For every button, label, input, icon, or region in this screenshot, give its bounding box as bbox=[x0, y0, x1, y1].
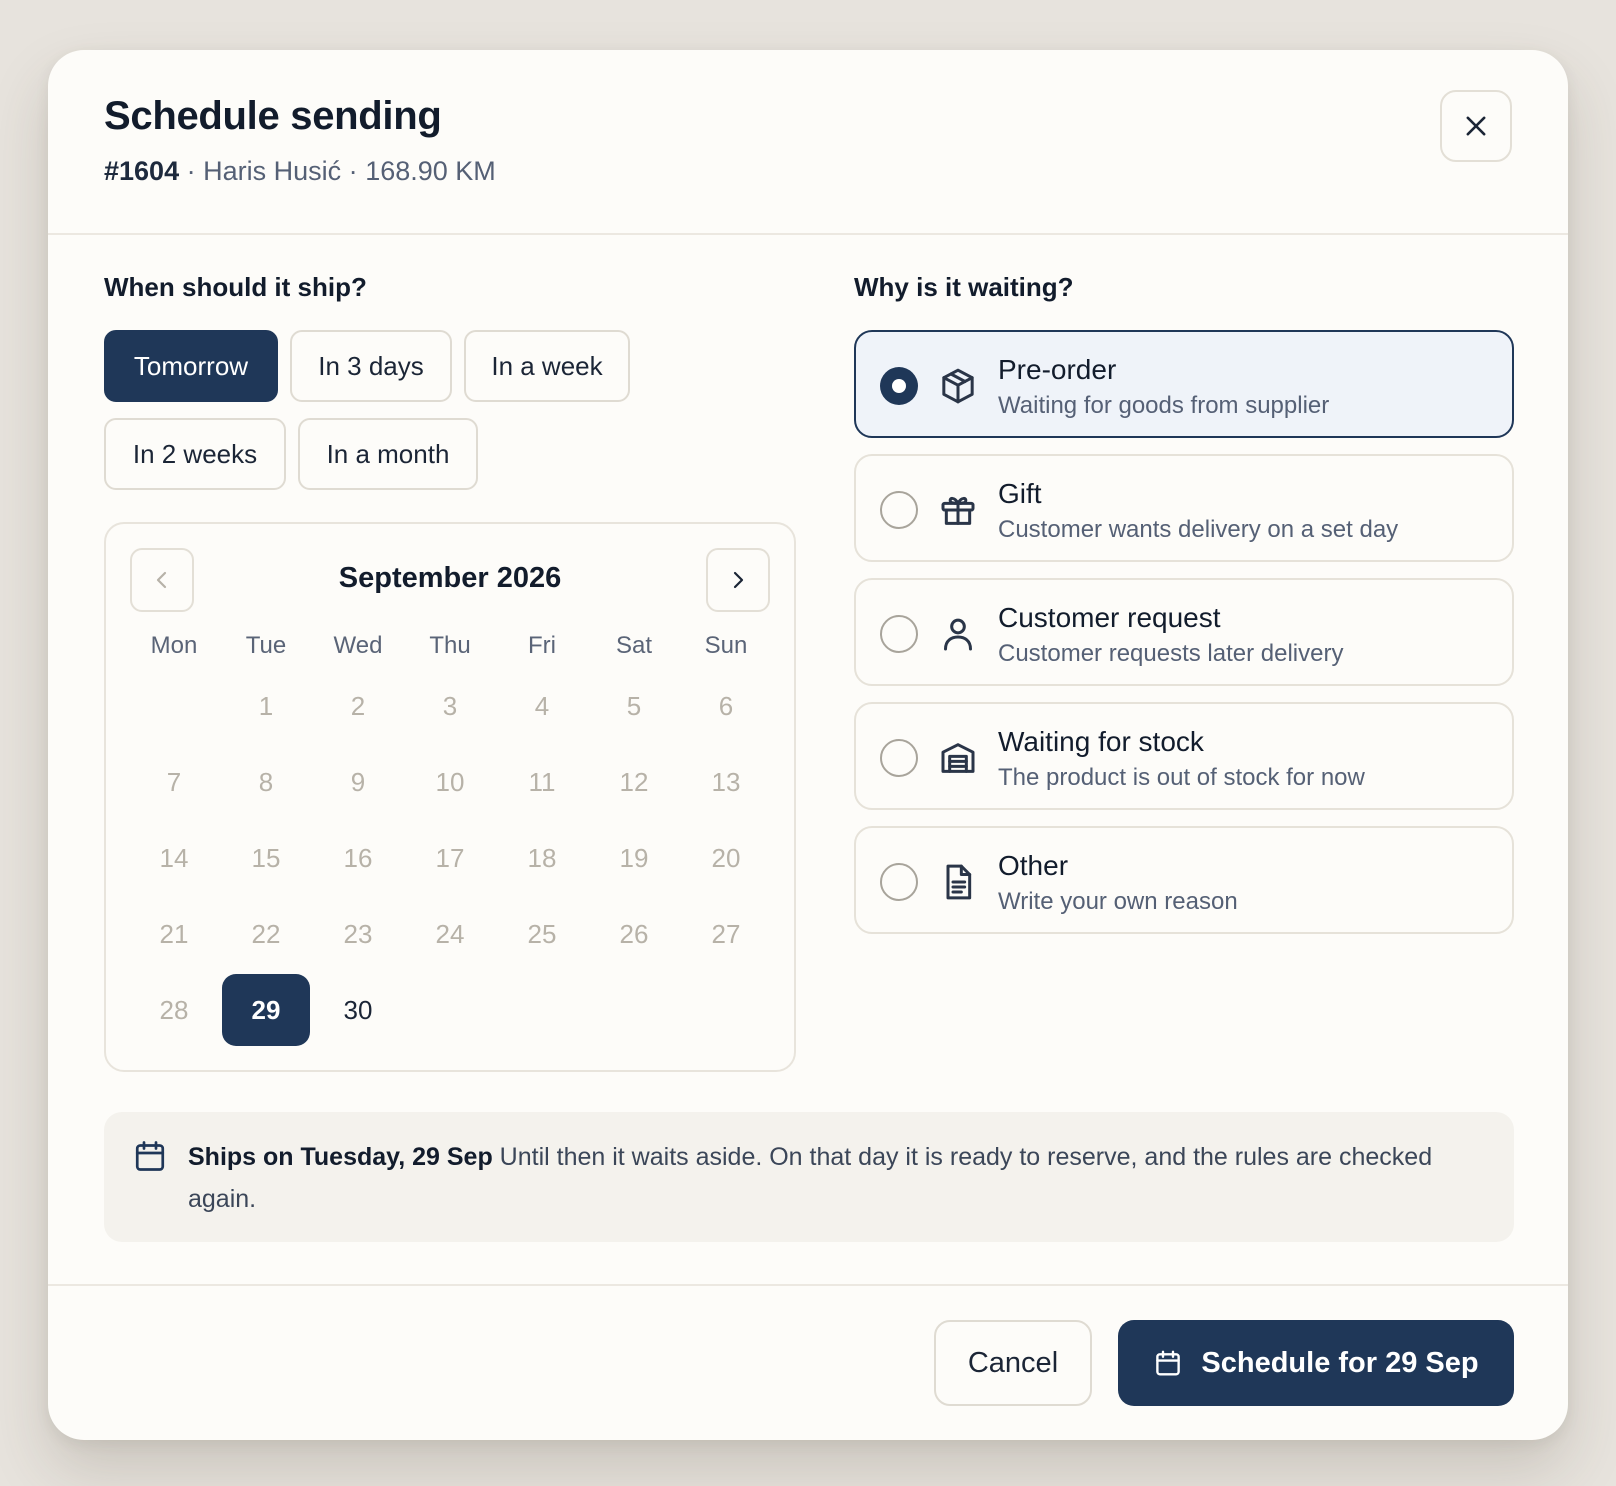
weekday-label: Sun bbox=[704, 632, 748, 659]
calendar-day[interactable]: 30 bbox=[314, 974, 402, 1046]
calendar-day: 9 bbox=[350, 766, 366, 797]
weekday-label: Fri bbox=[528, 632, 556, 659]
why-section-label: Why is it waiting? bbox=[854, 272, 1074, 302]
order-amount: 168.90 KM bbox=[365, 156, 496, 186]
weekday-label: Sat bbox=[615, 632, 653, 659]
reason-title: Waiting for stock bbox=[998, 726, 1204, 757]
preset-tomorrow[interactable]: Tomorrow bbox=[104, 330, 278, 402]
calendar-day: 10 bbox=[435, 766, 465, 797]
dialog-footer-divider bbox=[48, 1284, 1568, 1286]
user-icon bbox=[944, 618, 972, 651]
dialog-title: Schedule sending bbox=[104, 94, 442, 138]
calendar-day: 22 bbox=[251, 918, 281, 949]
radio-button[interactable] bbox=[880, 491, 918, 529]
radio-button[interactable] bbox=[880, 863, 918, 901]
radio-button[interactable] bbox=[880, 367, 918, 405]
calendar-day: 25 bbox=[527, 918, 557, 949]
warehouse-icon bbox=[941, 743, 975, 773]
reason-description: Write your own reason bbox=[998, 888, 1238, 915]
reason-title: Gift bbox=[998, 478, 1042, 509]
reason-gift[interactable]: Gift Customer wants delivery on a set da… bbox=[854, 454, 1514, 562]
reason-description: Waiting for goods from supplier bbox=[998, 392, 1330, 419]
reason-other[interactable]: Other Write your own reason bbox=[854, 826, 1514, 934]
calendar-day: 13 bbox=[711, 766, 741, 797]
calendar-day: 26 bbox=[619, 918, 649, 949]
chevron-right-icon bbox=[733, 571, 744, 589]
weekday-label: Mon bbox=[150, 632, 198, 659]
calendar-day: 15 bbox=[251, 842, 281, 873]
calendar-day: 19 bbox=[619, 842, 649, 873]
calendar-day: 2 bbox=[350, 690, 366, 721]
calendar-day: 17 bbox=[435, 842, 465, 873]
calendar-day: 11 bbox=[528, 766, 556, 797]
cancel-button[interactable]: Cancel bbox=[934, 1320, 1092, 1406]
reason-description: The product is out of stock for now bbox=[998, 764, 1365, 791]
package-icon bbox=[942, 368, 974, 404]
calendar-day: 20 bbox=[711, 842, 741, 873]
calendar-day: 12 bbox=[619, 766, 649, 797]
calendar: September 2026 Mon Tue Wed Thu Fri Sat Sun 123… bbox=[104, 522, 796, 1072]
calendar-day: 1 bbox=[258, 690, 274, 721]
calendar-day-selected[interactable]: 29 bbox=[222, 974, 310, 1046]
weekday-label: Wed bbox=[333, 632, 383, 659]
notice-heading: Ships on Tuesday, 29 Sep bbox=[188, 1143, 493, 1171]
close-button[interactable] bbox=[1440, 90, 1512, 162]
calendar-day: 14 bbox=[159, 842, 189, 873]
reason-description: Customer requests later delivery bbox=[998, 640, 1344, 667]
schedule-sending-dialog: Schedule sending #1604 · Haris Husić · 1… bbox=[48, 50, 1568, 1440]
customer-name: Haris Husić bbox=[203, 156, 342, 186]
order-id: #1604 bbox=[104, 156, 180, 186]
preset-in-3-days[interactable]: In 3 days bbox=[290, 330, 452, 402]
calendar-day: 27 bbox=[711, 918, 741, 949]
order-summary: #1604 · Haris Husić · 168.90 KM bbox=[104, 156, 496, 187]
when-section-label: When should it ship? bbox=[104, 272, 367, 302]
calendar-month-label: September 2026 bbox=[338, 562, 562, 594]
document-icon bbox=[946, 864, 972, 900]
preset-in-a-month[interactable]: In a month bbox=[298, 418, 478, 490]
separator: · bbox=[186, 156, 196, 186]
reason-title: Other bbox=[998, 850, 1069, 881]
calendar-day: 16 bbox=[343, 842, 373, 873]
reason-pre-order[interactable]: Pre-order Waiting for goods from supplie… bbox=[854, 330, 1514, 438]
calendar-icon bbox=[135, 1141, 165, 1171]
calendar-day: 7 bbox=[166, 766, 182, 797]
gift-icon bbox=[941, 496, 975, 525]
calendar-day: 21 bbox=[159, 918, 189, 949]
reason-customer-request[interactable]: Customer request Customer requests later… bbox=[854, 578, 1514, 686]
notice-text: Ships on Tuesday, 29 Sep Until then it w… bbox=[188, 1136, 1468, 1220]
calendar-day: 23 bbox=[343, 918, 373, 949]
dialog-header: Schedule sending #1604 · Haris Husić · 1… bbox=[48, 50, 1568, 235]
calendar-day: 24 bbox=[435, 918, 465, 949]
calendar-day: 5 bbox=[626, 690, 642, 721]
preset-in-2-weeks[interactable]: In 2 weeks bbox=[104, 418, 286, 490]
close-icon bbox=[1466, 116, 1486, 136]
schedule-button[interactable]: Schedule for 29 Sep bbox=[1118, 1320, 1514, 1406]
calendar-day: 28 bbox=[159, 994, 189, 1025]
reason-title: Pre-order bbox=[998, 354, 1117, 385]
calendar-day: 8 bbox=[258, 766, 274, 797]
shipping-notice: Ships on Tuesday, 29 Sep Until then it w… bbox=[104, 1112, 1514, 1242]
calendar-day: 18 bbox=[527, 842, 557, 873]
separator: · bbox=[348, 156, 358, 186]
radio-button[interactable] bbox=[880, 615, 918, 653]
calendar-day: 4 bbox=[534, 690, 550, 721]
weekday-label: Tue bbox=[245, 632, 287, 659]
radio-button[interactable] bbox=[880, 739, 918, 777]
calendar-day: 3 bbox=[442, 690, 458, 721]
calendar-icon bbox=[1156, 1350, 1181, 1376]
reason-waiting-for-stock[interactable]: Waiting for stock The product is out of … bbox=[854, 702, 1514, 810]
reason-title: Customer request bbox=[998, 602, 1221, 633]
weekday-label: Thu bbox=[429, 632, 471, 659]
schedule-button-label: Schedule for 29 Sep bbox=[1201, 1346, 1479, 1379]
preset-in-a-week[interactable]: In a week bbox=[464, 330, 630, 402]
calendar-day: 6 bbox=[718, 690, 734, 721]
reason-description: Customer wants delivery on a set day bbox=[998, 516, 1399, 543]
next-month-button[interactable] bbox=[706, 548, 770, 612]
